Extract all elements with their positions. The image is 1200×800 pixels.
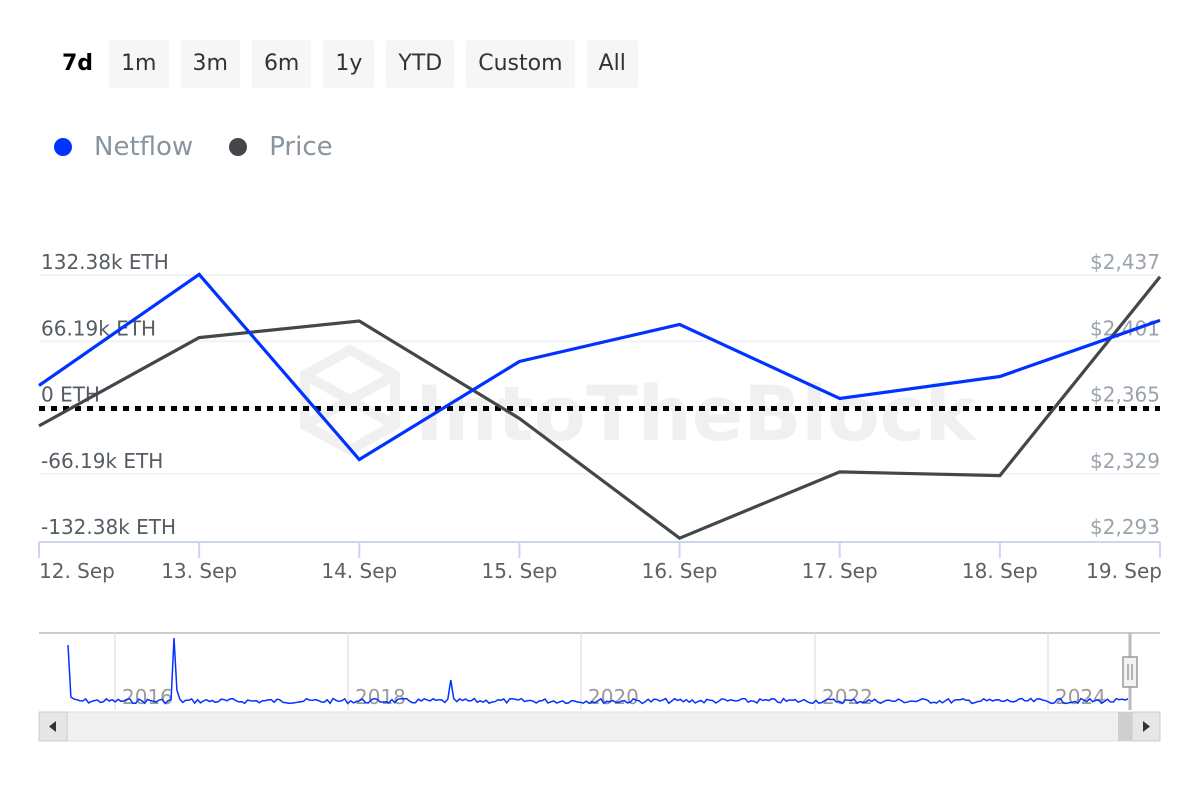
y-right-tick-label: $2,293 — [1090, 515, 1160, 539]
x-tick-label: 16. Sep — [642, 559, 718, 583]
chart-svg: IntoTheBlock 132.38k ETH 66.19k ETH 0 ETH -… — [38, 250, 1162, 742]
y-right-tick-label: $2,437 — [1090, 250, 1160, 274]
x-tick-label: 17. Sep — [802, 559, 878, 583]
y-left-tick-label: 66.19k ETH — [41, 316, 156, 340]
x-tick-label: 14. Sep — [321, 559, 397, 583]
y-left-tick-label: -132.38k ETH — [41, 515, 176, 539]
y-left-tick-label: 0 ETH — [41, 383, 100, 407]
navigator-year-label: 2018 — [355, 685, 406, 709]
x-tick-label: 18. Sep — [962, 559, 1038, 583]
watermark-text: IntoTheBlock — [415, 369, 977, 458]
watermark: IntoTheBlock — [300, 344, 977, 458]
navigator-year-label: 2022 — [822, 685, 873, 709]
navigator-year-label: 2024 — [1055, 685, 1106, 709]
y-right-tick-label: $2,365 — [1090, 383, 1160, 407]
navigator-year-label: 2020 — [588, 685, 639, 709]
navigator-year-label: 2016 — [122, 685, 173, 709]
watermark-logo-icon — [300, 344, 400, 456]
y-right-tick-label: $2,329 — [1090, 449, 1160, 473]
x-tick-label: 12. Sep — [39, 559, 115, 583]
scrollbar-thumb[interactable] — [1118, 712, 1132, 741]
y-left-tick-label: 132.38k ETH — [41, 250, 169, 274]
scrollbar-track[interactable] — [38, 711, 1161, 742]
y-left-tick-label: -66.19k ETH — [41, 449, 163, 473]
x-tick-label: 15. Sep — [481, 559, 557, 583]
navigator[interactable]: 2016 2018 2020 2022 2024 — [38, 632, 1161, 742]
x-tick-label: 19. Sep — [1086, 559, 1162, 583]
navigator-handle[interactable] — [1122, 656, 1138, 688]
x-tick-label: 13. Sep — [161, 559, 237, 583]
